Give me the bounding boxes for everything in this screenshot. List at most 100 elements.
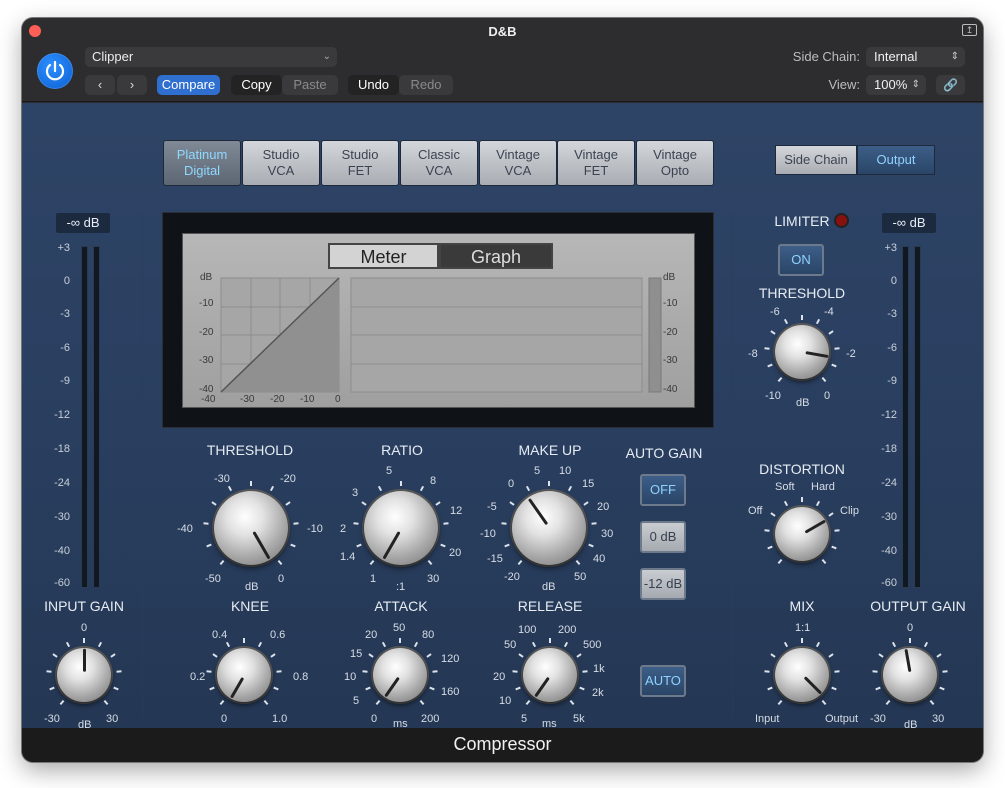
input-meter-scale-label: 0: [63, 275, 70, 287]
model-button-5[interactable]: Vintage FET: [557, 140, 635, 186]
knob-scale-tick: [766, 686, 773, 691]
knob-scale-tick: [885, 699, 890, 705]
auto-gain-off-button[interactable]: OFF: [640, 474, 686, 506]
knee-ticks-5-label: 1.0: [272, 713, 288, 725]
mix-left-label: Input: [755, 713, 780, 725]
knob-scale-tick: [258, 641, 263, 648]
model-button-0[interactable]: Platinum Digital: [163, 140, 241, 186]
knob-scale-tick: [770, 653, 776, 659]
knob-scale-tick: [828, 330, 834, 336]
model-button-3[interactable]: Classic VCA: [400, 140, 478, 186]
knob-scale-tick: [435, 501, 441, 506]
meter-display: Meter Graph dB dB -10 -20 -30 -40 -10 -20: [162, 212, 714, 428]
distortion-knob[interactable]: [775, 507, 829, 561]
makeup-ticks-6-label: -10: [480, 528, 496, 540]
knob-scale-tick: [432, 670, 438, 674]
threshold-ticks-0-label: -30: [214, 473, 230, 485]
output-meter-scale-label: 0: [890, 275, 897, 287]
auto-gain-0db-button[interactable]: 0 dB: [640, 521, 686, 553]
undo-button[interactable]: Undo: [348, 75, 399, 95]
output-view-button[interactable]: Output: [857, 145, 935, 175]
view-select[interactable]: 100% ⇕: [866, 75, 926, 95]
knob-scale-tick: [816, 500, 821, 507]
attack-ticks-9-label: 0: [371, 713, 378, 725]
input-meter-scale-label: -6: [60, 342, 70, 354]
model-button-6[interactable]: Vintage Opto: [636, 140, 714, 186]
release-auto-button[interactable]: AUTO: [640, 665, 686, 697]
knob-scale-tick: [353, 522, 359, 526]
knob-scale-tick: [273, 686, 280, 691]
compressor-panel: Platinum Digital Studio VCA Studio FET Classic…: [22, 103, 983, 731]
limiter-ticks-3-label: -2: [846, 348, 856, 360]
limiter-on-button[interactable]: ON: [778, 244, 824, 276]
model-button-2[interactable]: Studio FET: [321, 140, 399, 186]
knob-scale-tick: [264, 699, 269, 705]
input-meter-scale-label: -24: [54, 477, 70, 489]
mix-knob[interactable]: [775, 648, 829, 702]
expand-icon[interactable]: ↥: [962, 24, 977, 36]
paste-button[interactable]: Paste: [282, 75, 338, 95]
knob-pointer: [381, 531, 401, 560]
next-preset-button[interactable]: ›: [117, 75, 147, 95]
graph-x-tick: 0: [335, 394, 341, 405]
divider: [142, 213, 143, 723]
ratio-knob[interactable]: [364, 491, 438, 565]
release-knob[interactable]: [523, 648, 577, 702]
knob-pointer: [533, 676, 550, 698]
copy-button[interactable]: Copy: [231, 75, 282, 95]
distortion-ticks-3-label: Clip: [840, 505, 859, 517]
knob-scale-tick: [420, 699, 425, 705]
makeup-knob[interactable]: [512, 491, 586, 565]
attack-knob[interactable]: [373, 648, 427, 702]
makeup-ticks-4-label: -5: [487, 501, 497, 513]
input_gain-ticks-2-label: 30: [106, 713, 119, 725]
makeup-ticks-1-label: 10: [559, 465, 572, 477]
side-chain-label: Side Chain:: [792, 49, 860, 64]
input_gain-ticks-1-label: -30: [44, 713, 60, 725]
release-ticks-7-label: 2k: [592, 687, 604, 699]
knob-scale-tick: [243, 638, 245, 643]
power-button[interactable]: [37, 53, 73, 89]
knee-ticks-0-label: 0.4: [212, 629, 228, 641]
threshold-knob[interactable]: [214, 491, 288, 565]
makeup-ticks-3-label: 15: [582, 478, 595, 490]
side-chain-view-button[interactable]: Side Chain: [775, 145, 857, 175]
knob-pointer: [251, 531, 271, 560]
redo-button[interactable]: Redo: [399, 75, 453, 95]
side-chain-select[interactable]: Internal ⇕: [866, 47, 965, 67]
link-button[interactable]: 🔗: [936, 75, 965, 95]
input-meter-scale-label: -30: [54, 511, 70, 523]
limiter-threshold-knob[interactable]: [775, 325, 829, 379]
model-button-4[interactable]: Vintage VCA: [479, 140, 557, 186]
knob-scale-tick: [816, 318, 821, 325]
knob-scale-tick: [203, 522, 209, 526]
knob-scale-tick: [208, 686, 215, 691]
knob-pointer: [229, 677, 244, 699]
knob-scale-tick: [942, 670, 948, 674]
knob-scale-tick: [369, 560, 375, 566]
knee-knob[interactable]: [217, 648, 271, 702]
attack-ticks-5-label: 10: [344, 671, 357, 683]
knob-scale-tick: [219, 699, 224, 705]
auto-gain-minus12-button[interactable]: -12 dB: [640, 568, 686, 600]
plugin-window: D&B ↥ Clipper ⌄ ‹ › Compare Copy Paste Un…: [22, 18, 983, 762]
preset-menu[interactable]: Clipper ⌄: [85, 47, 337, 67]
compare-button[interactable]: Compare: [157, 75, 220, 95]
prev-preset-button[interactable]: ‹: [85, 75, 115, 95]
limiter-ticks-0-label: -6: [770, 306, 780, 318]
model-button-1[interactable]: Studio VCA: [242, 140, 320, 186]
output_gain-ticks-1-label: -30: [870, 713, 886, 725]
model-button-label: VCA: [504, 163, 532, 178]
output-gain-knob[interactable]: [883, 648, 937, 702]
knob-scale-tick: [381, 641, 386, 648]
knob-scale-tick: [575, 560, 581, 566]
release-ticks-4-label: 20: [493, 671, 506, 683]
knob-scale-tick: [46, 670, 52, 674]
makeup-ticks-2-label: 0: [508, 478, 515, 490]
knob-pointer: [82, 649, 86, 672]
model-button-label: Studio: [341, 147, 379, 162]
input-gain-knob[interactable]: [57, 648, 111, 702]
graph-y-tick: -10: [199, 298, 214, 309]
meter-scale-tick: -10: [663, 298, 678, 309]
knob-scale-tick: [270, 653, 276, 659]
